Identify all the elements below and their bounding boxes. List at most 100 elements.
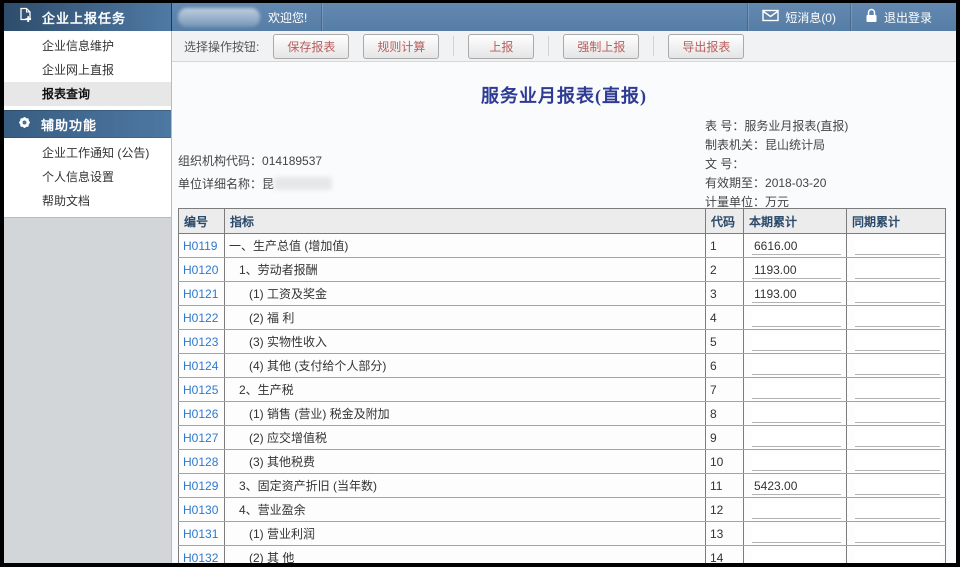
row-indicator: (1) 工资及奖金 (225, 282, 706, 306)
same-period-input[interactable] (855, 382, 940, 399)
save-report-button[interactable]: 保存报表 (273, 34, 349, 59)
sidebar-item-personal-settings[interactable]: 个人信息设置 (4, 165, 171, 189)
header-seq: 代码 (706, 209, 744, 234)
table-row: H0127 (2) 应交增值税 9 (179, 426, 946, 450)
current-period-input[interactable] (752, 262, 841, 279)
table-row: H0126 (1) 销售 (营业) 税金及附加 8 (179, 402, 946, 426)
sidebar-item-online-report[interactable]: 企业网上直报 (4, 58, 171, 82)
current-period-input[interactable] (752, 334, 841, 351)
page-title: 服务业月报表(直报) (172, 82, 956, 108)
topbar-divider (321, 3, 322, 31)
row-indicator: (1) 营业利润 (225, 522, 706, 546)
sidebar-section-header-aux[interactable]: 辅助功能 (4, 110, 171, 138)
current-period-input[interactable] (752, 310, 841, 327)
same-period-input[interactable] (855, 526, 940, 543)
table-row: H0125 2、生产税 7 (179, 378, 946, 402)
sidebar-item-work-notice[interactable]: 企业工作通知 (公告) (4, 141, 171, 165)
current-period-input[interactable] (752, 406, 841, 423)
table-row: H0121 (1) 工资及奖金 3 (179, 282, 946, 306)
gear-icon (17, 115, 32, 133)
row-code-link[interactable]: H0130 (183, 503, 218, 517)
same-period-input[interactable] (855, 310, 940, 327)
section-title-tasks: 企业上报任务 (42, 8, 126, 27)
sidebar-section-header-tasks[interactable]: 企业上报任务 (4, 3, 172, 31)
same-period-input[interactable] (855, 262, 940, 279)
topbar: 企业上报任务 欢迎您! 短消息(0) (4, 3, 956, 31)
username-redacted (178, 8, 260, 27)
same-period-input[interactable] (855, 334, 940, 351)
row-indicator: (1) 销售 (营业) 税金及附加 (225, 402, 706, 426)
rule-calculate-button[interactable]: 规则计算 (363, 34, 439, 59)
row-code-link[interactable]: H0124 (183, 359, 218, 373)
lock-icon (865, 8, 878, 26)
row-code-link[interactable]: H0128 (183, 455, 218, 469)
row-code-link[interactable]: H0126 (183, 407, 218, 421)
same-period-input[interactable] (855, 358, 940, 375)
same-period-input[interactable] (855, 478, 940, 495)
row-seq: 9 (706, 426, 744, 450)
messages-button[interactable]: 短消息(0) (748, 3, 850, 31)
sidebar-item-help-docs[interactable]: 帮助文档 (4, 189, 171, 213)
current-period-input[interactable] (752, 238, 841, 255)
same-period-input[interactable] (855, 286, 940, 303)
submit-button[interactable]: 上报 (468, 34, 534, 59)
row-indicator: 2、生产税 (225, 378, 706, 402)
sidebar-filler (4, 217, 171, 563)
row-code-link[interactable]: H0132 (183, 551, 218, 564)
row-seq: 2 (706, 258, 744, 282)
current-period-input[interactable] (752, 454, 841, 471)
row-indicator: (3) 其他税费 (225, 450, 706, 474)
logout-button[interactable]: 退出登录 (851, 3, 946, 31)
app-window: 企业上报任务 欢迎您! 短消息(0) (4, 3, 956, 563)
same-period-input[interactable] (855, 550, 940, 564)
sidebar-item-report-query[interactable]: 报表查询 (4, 82, 171, 106)
current-period-input[interactable] (752, 286, 841, 303)
row-code-link[interactable]: H0119 (183, 239, 217, 253)
row-seq: 13 (706, 522, 744, 546)
doc-plus-icon (17, 7, 33, 28)
row-code-link[interactable]: H0125 (183, 383, 218, 397)
row-indicator: 一、生产总值 (增加值) (225, 234, 706, 258)
current-period-input[interactable] (752, 430, 841, 447)
current-period-input[interactable] (752, 478, 841, 495)
meta-org-code: 组织机构代码：014189537 (178, 150, 332, 173)
toolbar: 选择操作按钮: 保存报表 规则计算 上报 强制上报 导出报表 (172, 31, 956, 62)
current-period-input[interactable] (752, 358, 841, 375)
same-period-input[interactable] (855, 238, 940, 255)
row-seq: 8 (706, 402, 744, 426)
header-indicator: 指标 (225, 209, 706, 234)
row-code-link[interactable]: H0127 (183, 431, 218, 445)
row-code-link[interactable]: H0121 (183, 287, 218, 301)
same-period-input[interactable] (855, 430, 940, 447)
row-indicator: 1、劳动者报酬 (225, 258, 706, 282)
row-seq: 14 (706, 546, 744, 564)
row-seq: 3 (706, 282, 744, 306)
current-period-input[interactable] (752, 550, 841, 564)
row-code-link[interactable]: H0123 (183, 335, 218, 349)
row-code-link[interactable]: H0122 (183, 311, 218, 325)
row-code-link[interactable]: H0120 (183, 263, 218, 277)
row-seq: 5 (706, 330, 744, 354)
row-code-link[interactable]: H0131 (183, 527, 218, 541)
toolbar-divider (653, 36, 654, 56)
current-period-input[interactable] (752, 526, 841, 543)
meta-form-number: 表 号：服务业月报表(直报) (705, 117, 848, 136)
current-period-input[interactable] (752, 502, 841, 519)
current-period-input[interactable] (752, 382, 841, 399)
same-period-input[interactable] (855, 406, 940, 423)
table-row: H0132 (2) 其 他 14 (179, 546, 946, 564)
row-code-link[interactable]: H0129 (183, 479, 218, 493)
sidebar-item-enterprise-info[interactable]: 企业信息维护 (4, 34, 171, 58)
header-code: 编号 (179, 209, 225, 234)
force-submit-button[interactable]: 强制上报 (563, 34, 639, 59)
row-indicator: (2) 应交增值税 (225, 426, 706, 450)
row-seq: 4 (706, 306, 744, 330)
same-period-input[interactable] (855, 502, 940, 519)
export-report-button[interactable]: 导出报表 (668, 34, 744, 59)
report-table-body: H0119 一、生产总值 (增加值) 1 H0120 1、劳动者报酬 2 H01… (179, 234, 946, 564)
report-area: 服务业月报表(直报) 表 号：服务业月报表(直报) 制表机关：昆山统计局 文 号… (172, 62, 956, 563)
row-seq: 12 (706, 498, 744, 522)
same-period-input[interactable] (855, 454, 940, 471)
meta-doc-number: 文 号： (705, 155, 848, 174)
toolbar-divider (548, 36, 549, 56)
